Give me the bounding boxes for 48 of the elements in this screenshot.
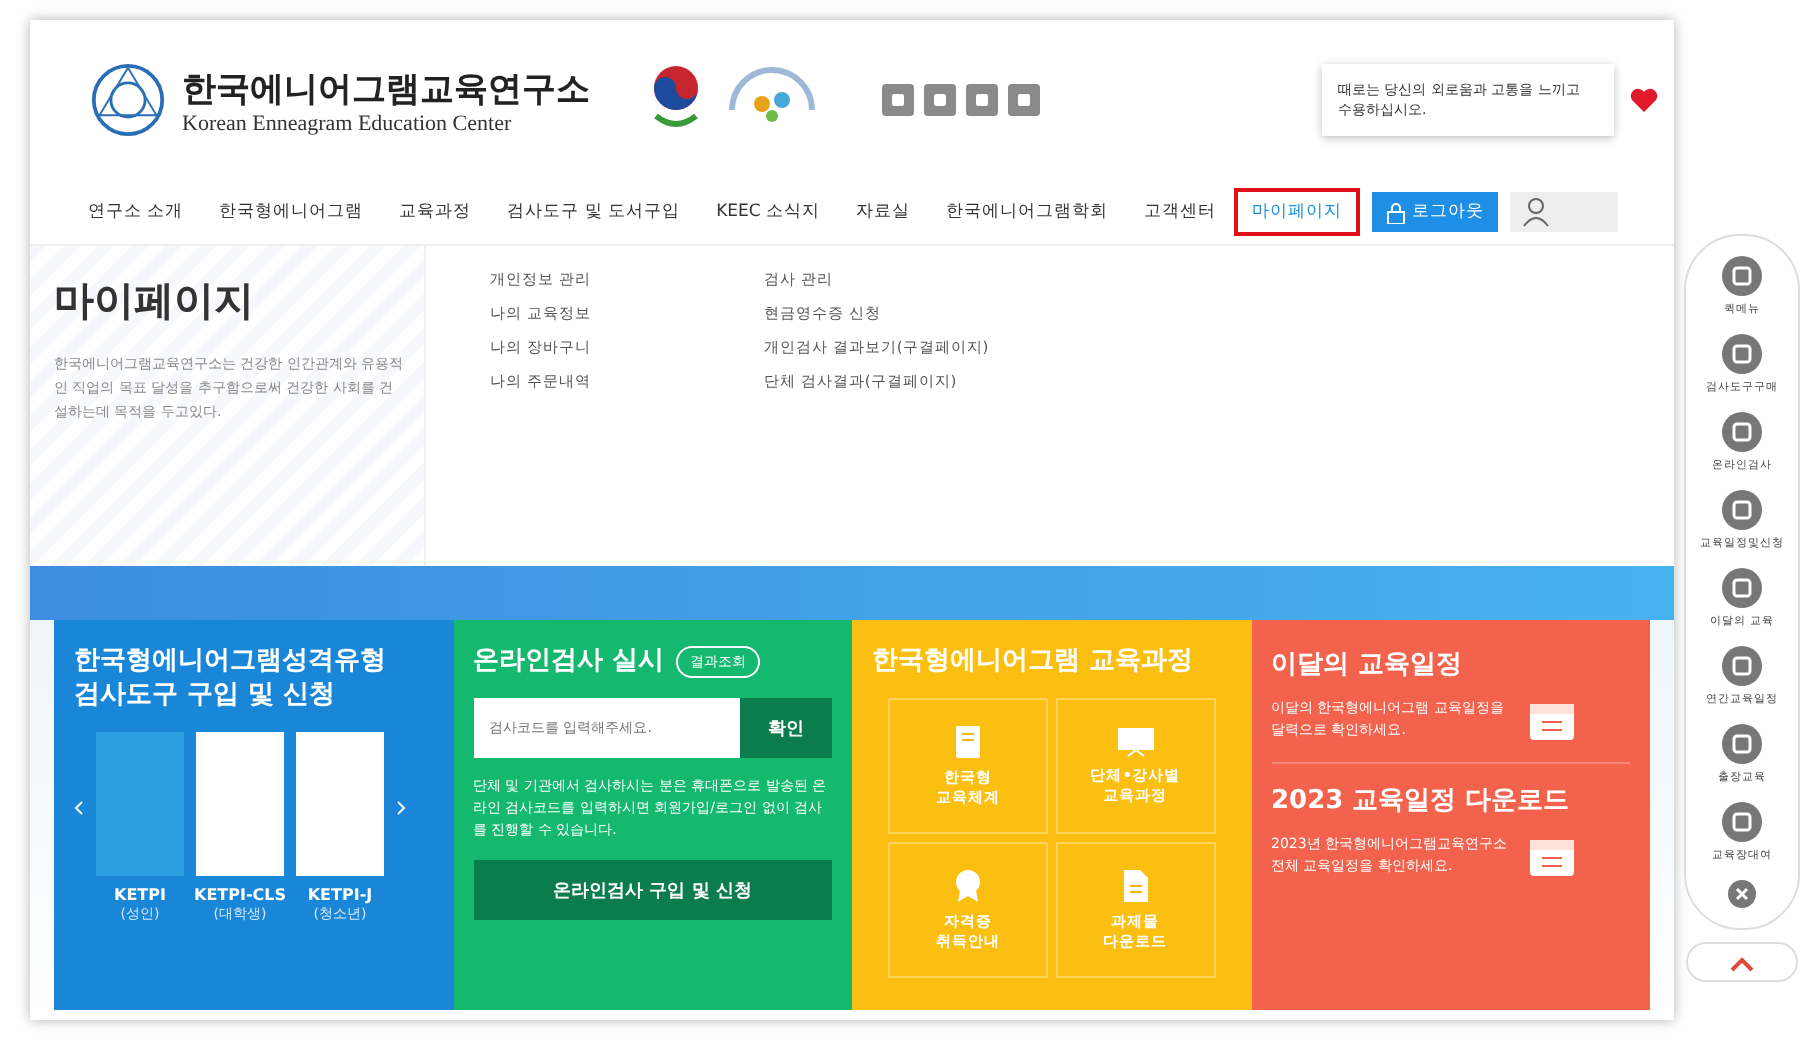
logo-emblem-icon	[90, 62, 166, 138]
nav-link[interactable]: 마이페이지	[1234, 188, 1361, 236]
document-icon	[1121, 868, 1150, 904]
circle-icon	[1722, 568, 1762, 608]
nav-link[interactable]: 고객센터	[1126, 188, 1235, 236]
lock-icon	[1386, 201, 1407, 223]
product-name[interactable]: KETPI-CLS	[194, 886, 287, 904]
user-icon	[1522, 196, 1555, 228]
product-name[interactable]: KETPI-J	[307, 886, 373, 904]
social-icon[interactable]	[966, 84, 998, 116]
logo-title: 한국에니어그램교육연구소	[182, 67, 590, 111]
scroll-top-button[interactable]	[1686, 942, 1798, 982]
circle-icon	[1722, 802, 1762, 842]
screen-icon	[1115, 726, 1156, 758]
confirm-button[interactable]: 확인	[740, 698, 832, 758]
nav-link[interactable]: 검사도구 및 도서구입	[489, 188, 699, 236]
circle-icon	[1722, 412, 1762, 452]
social-icon[interactable]	[882, 84, 914, 116]
chevron-up-icon	[1730, 955, 1754, 971]
buy-button[interactable]: 온라인검사 구입 및 신청	[473, 860, 832, 920]
circle-icon	[1722, 334, 1762, 374]
chevron-left-icon[interactable]	[74, 800, 84, 816]
panel-title: 한국형에니어그램 교육과정	[872, 644, 1196, 678]
heart-icon[interactable]	[1630, 87, 1658, 113]
social-icon[interactable]	[924, 84, 956, 116]
chevron-right-icon[interactable]	[396, 800, 406, 816]
circle-icon	[1722, 490, 1762, 530]
award-icon	[951, 868, 984, 904]
nav-link[interactable]: 한국형에니어그램	[201, 188, 382, 236]
mypage-title: 마이페이지	[54, 274, 256, 328]
circle-icon	[1722, 646, 1762, 686]
circle-icon	[1722, 256, 1762, 296]
nav-link[interactable]: 자료실	[838, 188, 929, 236]
nav-link[interactable]: 연구소 소개	[70, 188, 202, 236]
circle-icon	[1722, 724, 1762, 764]
close-icon[interactable]	[1728, 880, 1756, 908]
nav-link[interactable]: 한국에니어그램학회	[928, 188, 1127, 236]
user-button[interactable]	[1510, 192, 1619, 232]
logo-subtitle: Korean Enneagram Education Center	[182, 111, 514, 135]
social-icon[interactable]	[1008, 84, 1040, 116]
calendar-icon[interactable]	[1527, 834, 1575, 878]
calendar-icon[interactable]	[1527, 698, 1575, 742]
panel-title: 한국형에니어그램성격유형 검사도구 구입 및 신청	[74, 644, 388, 712]
book-icon	[953, 724, 982, 760]
panel-title: 온라인검사 실시	[473, 644, 665, 678]
product-name[interactable]: KETPI	[114, 886, 166, 904]
nav-link[interactable]: KEEC 소식지	[698, 188, 839, 236]
nav-link[interactable]: 교육과정	[381, 188, 490, 236]
